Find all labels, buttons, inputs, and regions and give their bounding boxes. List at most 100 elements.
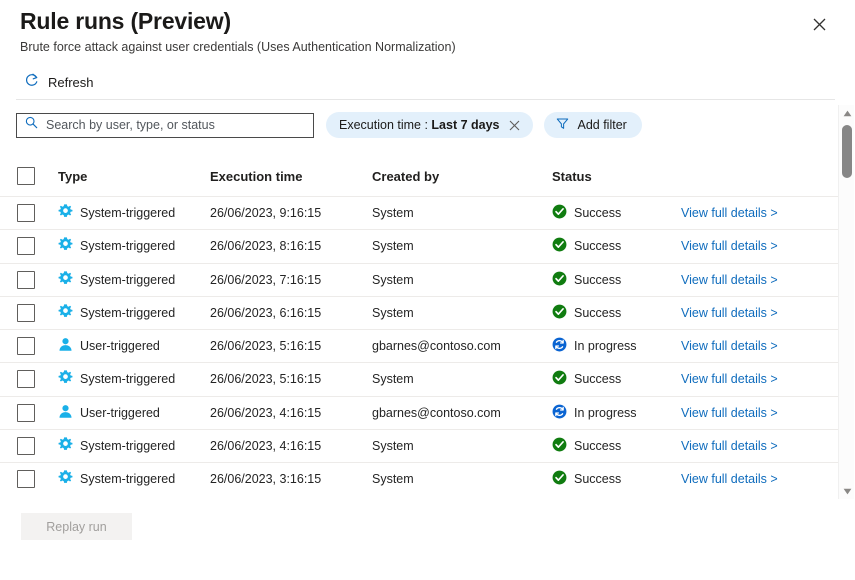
column-header-type[interactable]: Type xyxy=(58,169,87,184)
command-bar: Refresh xyxy=(20,70,98,94)
type-label: User-triggered xyxy=(80,339,160,353)
table-body: System-triggered 26/06/2023, 9:16:15 Syste… xyxy=(0,196,840,496)
filter-chip-remove-icon[interactable] xyxy=(509,120,520,131)
table-row[interactable]: System-triggered26/06/2023, 5:16:15Syste… xyxy=(0,362,840,395)
view-full-details-link[interactable]: View full details > xyxy=(681,206,778,220)
cell-created-by: System xyxy=(372,439,414,453)
gear-icon xyxy=(58,204,73,222)
row-select-checkbox[interactable] xyxy=(17,437,35,455)
cell-status: Success xyxy=(552,237,621,255)
cell-created-by: System xyxy=(372,372,414,386)
close-button[interactable] xyxy=(806,11,832,37)
cell-details-link: View full details > xyxy=(681,339,778,353)
cell-execution-time: 26/06/2023, 9:16:15 xyxy=(210,206,321,220)
cell-status: Success xyxy=(552,470,621,488)
person-icon xyxy=(58,337,73,355)
row-select-checkbox[interactable] xyxy=(17,271,35,289)
view-full-details-link[interactable]: View full details > xyxy=(681,339,778,353)
column-header-status[interactable]: Status xyxy=(552,169,592,184)
table-row[interactable]: System-triggered26/06/2023, 8:16:15Syste… xyxy=(0,229,840,262)
cell-details-link: View full details > xyxy=(681,472,778,486)
column-header-execution-time[interactable]: Execution time xyxy=(210,169,302,184)
replay-run-button[interactable]: Replay run xyxy=(21,513,132,540)
row-select-checkbox[interactable] xyxy=(17,237,35,255)
status-label: Success xyxy=(574,439,621,453)
row-select-checkbox[interactable] xyxy=(17,304,35,322)
row-select-checkbox[interactable] xyxy=(17,404,35,422)
cell-execution-time: 26/06/2023, 4:16:15 xyxy=(210,406,321,420)
table-row[interactable]: System-triggered26/06/2023, 6:16:15Syste… xyxy=(0,296,840,329)
page-title: Rule runs (Preview) xyxy=(20,8,231,35)
search-input[interactable] xyxy=(46,118,305,132)
scroll-up-arrow-icon[interactable] xyxy=(839,105,855,121)
add-filter-label: Add filter xyxy=(578,118,627,132)
row-select-checkbox[interactable] xyxy=(17,204,35,222)
cell-details-link: View full details > xyxy=(681,372,778,386)
table-row[interactable]: System-triggered26/06/2023, 3:16:15Syste… xyxy=(0,462,840,495)
cell-status: Success xyxy=(552,437,621,455)
cell-type: System-triggered xyxy=(58,237,175,255)
table-row[interactable]: System-triggered26/06/2023, 9:16:15Syste… xyxy=(0,196,840,229)
scrollbar-thumb[interactable] xyxy=(842,125,852,178)
select-all-checkbox[interactable] xyxy=(17,167,35,185)
success-check-icon xyxy=(552,470,567,488)
cell-execution-time: 26/06/2023, 4:16:15 xyxy=(210,439,321,453)
table-row[interactable]: System-triggered26/06/2023, 7:16:15Syste… xyxy=(0,263,840,296)
type-label: System-triggered xyxy=(80,239,175,253)
status-label: Success xyxy=(574,472,621,486)
cell-status: Success xyxy=(552,204,621,222)
search-box[interactable] xyxy=(16,113,314,138)
filter-chip-text: Execution time : Last 7 days xyxy=(339,118,500,132)
gear-icon xyxy=(58,370,73,388)
success-check-icon xyxy=(552,304,567,322)
status-label: Success xyxy=(574,239,621,253)
cell-details-link: View full details > xyxy=(681,239,778,253)
row-select-checkbox[interactable] xyxy=(17,370,35,388)
row-select-checkbox[interactable] xyxy=(17,470,35,488)
add-filter-button[interactable]: Add filter xyxy=(544,112,642,138)
filter-chip-execution-time[interactable]: Execution time : Last 7 days xyxy=(326,112,533,138)
filter-row: Execution time : Last 7 days Add filter xyxy=(16,112,642,138)
view-full-details-link[interactable]: View full details > xyxy=(681,472,778,486)
cell-type: System-triggered xyxy=(58,437,175,455)
cell-type: System-triggered xyxy=(58,370,175,388)
type-label: System-triggered xyxy=(80,206,175,220)
cell-details-link: View full details > xyxy=(681,206,778,220)
status-label: Success xyxy=(574,273,621,287)
scroll-down-arrow-icon[interactable] xyxy=(839,483,855,499)
table-header-row: Type Execution time Created by Status xyxy=(0,158,840,196)
type-label: System-triggered xyxy=(80,372,175,386)
table-row[interactable]: User-triggered26/06/2023, 5:16:15gbarnes… xyxy=(0,329,840,362)
type-label: System-triggered xyxy=(80,306,175,320)
view-full-details-link[interactable]: View full details > xyxy=(681,406,778,420)
type-label: System-triggered xyxy=(80,472,175,486)
refresh-icon xyxy=(24,73,39,91)
table-row[interactable]: User-triggered26/06/2023, 4:16:15gbarnes… xyxy=(0,396,840,429)
success-check-icon xyxy=(552,437,567,455)
person-icon xyxy=(58,404,73,422)
cell-status: Success xyxy=(552,304,621,322)
type-label: System-triggered xyxy=(80,273,175,287)
cell-execution-time: 26/06/2023, 5:16:15 xyxy=(210,339,321,353)
view-full-details-link[interactable]: View full details > xyxy=(681,273,778,287)
column-header-created-by[interactable]: Created by xyxy=(372,169,439,184)
table-scrollbar[interactable] xyxy=(838,105,854,499)
cell-details-link: View full details > xyxy=(681,439,778,453)
view-full-details-link[interactable]: View full details > xyxy=(681,439,778,453)
view-full-details-link[interactable]: View full details > xyxy=(681,239,778,253)
cell-status: Success xyxy=(552,271,621,289)
cell-created-by: System xyxy=(372,273,414,287)
status-label: Success xyxy=(574,206,621,220)
refresh-button[interactable]: Refresh xyxy=(20,70,98,94)
cell-execution-time: 26/06/2023, 3:16:15 xyxy=(210,472,321,486)
cell-type: System-triggered xyxy=(58,271,175,289)
gear-icon xyxy=(58,237,73,255)
gear-icon xyxy=(58,437,73,455)
view-full-details-link[interactable]: View full details > xyxy=(681,372,778,386)
row-select-checkbox[interactable] xyxy=(17,337,35,355)
status-label: Success xyxy=(574,306,621,320)
view-full-details-link[interactable]: View full details > xyxy=(681,306,778,320)
table-row[interactable]: System-triggered 26/06/2023, 4:16:15 Syste… xyxy=(0,429,840,462)
cell-execution-time: 26/06/2023, 8:16:15 xyxy=(210,239,321,253)
success-check-icon xyxy=(552,204,567,222)
